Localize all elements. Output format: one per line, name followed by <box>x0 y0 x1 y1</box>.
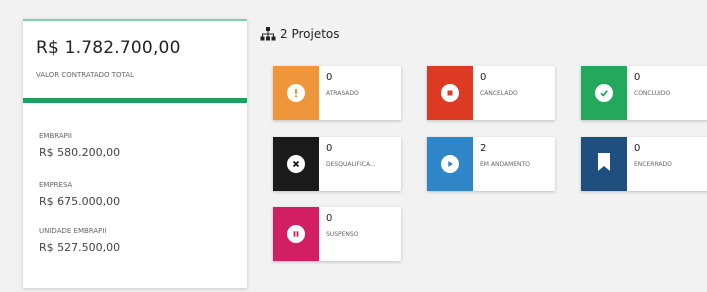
status-count: 0 <box>326 143 333 154</box>
status-label: CANCELADO <box>480 90 518 97</box>
contract-summary-card: R$ 1.782.700,00 VALOR CONTRATADO TOTAL E… <box>23 19 247 288</box>
breakdown-embrapii: EMBRAPII R$ 580.200,00 <box>39 132 120 159</box>
status-count: 0 <box>480 72 487 83</box>
breakdown-value: R$ 527.500,00 <box>39 241 121 254</box>
status-label: ENCERRADO <box>634 161 672 168</box>
status-tile-suspenso[interactable]: 0 SUSPENSO <box>273 207 401 261</box>
status-label: EM ANDAMENTO <box>480 161 530 168</box>
exclamation-icon <box>287 84 305 102</box>
status-count: 2 <box>480 143 487 154</box>
status-count: 0 <box>326 213 333 224</box>
breakdown-label: EMPRESA <box>39 181 73 189</box>
bookmark-icon <box>597 153 611 175</box>
status-tile-cancelado[interactable]: 0 CANCELADO <box>427 66 555 120</box>
status-tile-desqualificado[interactable]: 0 DESQUALIFICA... <box>273 137 401 191</box>
breakdown-empresa: EMPRESA R$ 675.000,00 <box>39 181 120 208</box>
status-tile-atrasado[interactable]: 0 ATRASADO <box>273 66 401 120</box>
breakdown-value: R$ 580.200,00 <box>39 146 121 159</box>
status-tile-em-andamento[interactable]: 2 EM ANDAMENTO <box>427 137 555 191</box>
total-contracted-value: R$ 1.782.700,00 <box>36 38 181 58</box>
breakdown-label: UNIDADE EMBRAPII <box>39 227 107 235</box>
status-count: 0 <box>326 72 333 83</box>
breakdown-value: R$ 675.000,00 <box>39 195 121 208</box>
breakdown-label: EMBRAPII <box>39 132 72 140</box>
breakdown-unidade-embrapii: UNIDADE EMBRAPII R$ 527.500,00 <box>39 227 120 254</box>
pause-icon <box>287 225 305 243</box>
stop-icon <box>441 84 459 102</box>
status-label: ATRASADO <box>326 90 359 97</box>
projects-count-label: 2 Projetos <box>280 27 340 41</box>
sitemap-icon <box>260 27 276 41</box>
status-tile-encerrado[interactable]: 0 ENCERRADO <box>581 137 707 191</box>
play-icon <box>441 155 459 173</box>
close-icon <box>287 155 305 173</box>
status-label: DESQUALIFICA... <box>326 161 376 168</box>
summary-divider <box>23 98 247 103</box>
check-icon <box>595 84 613 102</box>
status-label: SUSPENSO <box>326 231 359 238</box>
status-label: CONCLUÍDO <box>634 90 671 97</box>
status-count: 0 <box>634 143 641 154</box>
status-count: 0 <box>634 72 641 83</box>
total-contracted-label: VALOR CONTRATADO TOTAL <box>36 71 134 79</box>
projects-header: 2 Projetos <box>260 27 340 41</box>
status-tile-concluido[interactable]: 0 CONCLUÍDO <box>581 66 707 120</box>
